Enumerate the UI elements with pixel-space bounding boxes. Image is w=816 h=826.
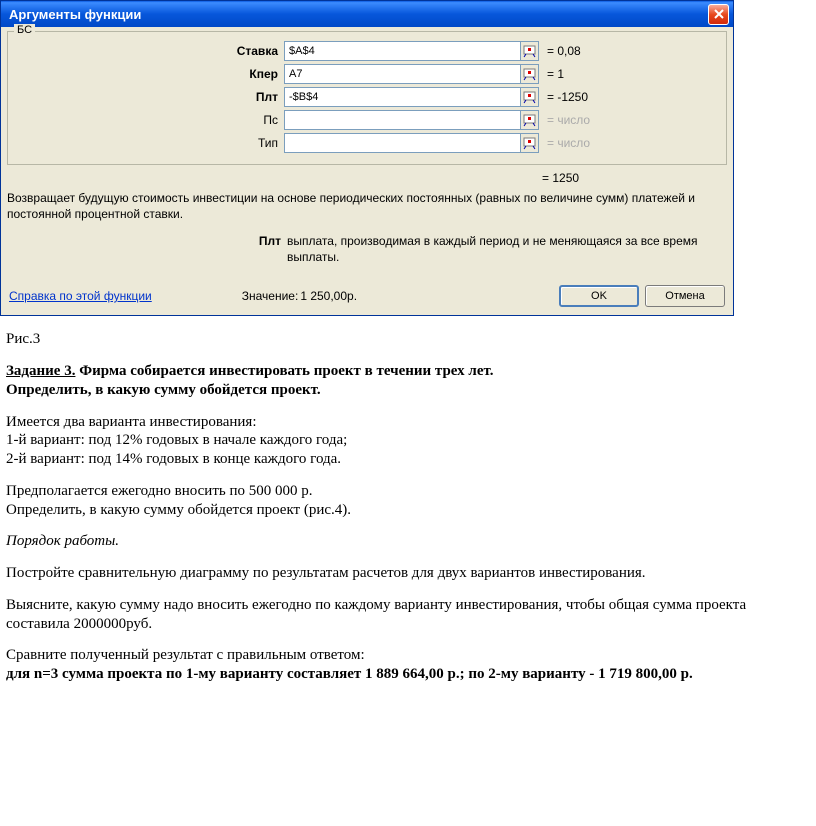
p1: Имеется два варианта инвестирования:	[6, 413, 810, 432]
arg-label-stavka: Ставка	[14, 44, 284, 58]
collapse-dialog-icon[interactable]	[520, 111, 538, 129]
value-label: Значение:	[242, 289, 299, 303]
arg-input-wrap	[284, 41, 539, 61]
p4: Постройте сравнительную диаграмму по рез…	[6, 564, 810, 583]
task-line2: Определить, в какую сумму обойдется прое…	[6, 381, 810, 400]
p6: Сравните полученный результат с правильн…	[6, 646, 810, 665]
ok-button[interactable]: OK	[559, 285, 639, 307]
arg-result: = 1	[539, 67, 564, 81]
p1b: 2-й вариант: под 14% годовых в конце каж…	[6, 450, 810, 469]
arg-label-plt: Плт	[14, 90, 284, 104]
help-link[interactable]: Справка по этой функции	[9, 289, 152, 303]
arg-row: Кпер = 1	[14, 64, 720, 84]
titlebar[interactable]: Аргументы функции	[1, 1, 733, 27]
p2: Предполагается ежегодно вносить по 500 0…	[6, 482, 810, 501]
arg-input-kper[interactable]	[285, 65, 520, 83]
arg-input-wrap	[284, 64, 539, 84]
arg-input-plt[interactable]	[285, 88, 520, 106]
p3: Порядок работы.	[6, 532, 810, 551]
arg-result: = число	[539, 113, 590, 127]
arg-label-tip: Тип	[14, 136, 284, 150]
dialog-title: Аргументы функции	[9, 7, 141, 22]
arg-row: Тип = число	[14, 133, 720, 153]
arg-row: Пс = число	[14, 110, 720, 130]
arg-result: = -1250	[539, 90, 588, 104]
param-text: выплата, производимая в каждый период и …	[287, 234, 727, 265]
function-arguments-dialog: Аргументы функции БС Ставка = 0,08 Кпер	[0, 0, 734, 316]
arguments-fieldset: БС Ставка = 0,08 Кпер	[7, 31, 727, 165]
p1a: 1-й вариант: под 12% годовых в начале ка…	[6, 431, 810, 450]
arg-label-ps: Пс	[14, 113, 284, 127]
arg-label-kper: Кпер	[14, 67, 284, 81]
arg-row: Плт = -1250	[14, 87, 720, 107]
function-name: БС	[14, 24, 35, 36]
dialog-footer: Справка по этой функции Значение: 1 250,…	[7, 285, 727, 307]
task-heading: Задание 3. Фирма собирается инвестироват…	[6, 362, 810, 381]
collapse-dialog-icon[interactable]	[520, 65, 538, 83]
arg-input-tip[interactable]	[285, 134, 520, 152]
arg-row: Ставка = 0,08	[14, 41, 720, 61]
collapse-dialog-icon[interactable]	[520, 88, 538, 106]
arg-result: = число	[539, 136, 590, 150]
arg-input-wrap	[284, 87, 539, 107]
arg-input-stavka[interactable]	[285, 42, 520, 60]
param-description: Плт выплата, производимая в каждый перио…	[7, 234, 727, 265]
document-text: Рис.3 Задание 3. Фирма собирается инвест…	[0, 316, 816, 694]
collapse-dialog-icon[interactable]	[520, 134, 538, 152]
arg-input-wrap	[284, 110, 539, 130]
collapse-dialog-icon[interactable]	[520, 42, 538, 60]
close-icon[interactable]	[708, 4, 729, 25]
computed-value: 1 250,00р.	[300, 289, 357, 303]
function-description: Возвращает будущую стоимость инвестиции …	[7, 191, 727, 222]
function-result: = 1250	[7, 171, 727, 185]
cancel-button[interactable]: Отмена	[645, 285, 725, 307]
param-name: Плт	[7, 234, 287, 265]
arg-input-wrap	[284, 133, 539, 153]
p6b: для n=3 сумма проекта по 1-му варианту с…	[6, 665, 810, 684]
figure-caption: Рис.3	[6, 330, 810, 349]
p2a: Определить, в какую сумму обойдется прое…	[6, 501, 810, 520]
arg-input-ps[interactable]	[285, 111, 520, 129]
arg-result: = 0,08	[539, 44, 581, 58]
p5: Выясните, какую сумму надо вносить ежего…	[6, 596, 810, 634]
dialog-body: БС Ставка = 0,08 Кпер	[1, 27, 733, 315]
